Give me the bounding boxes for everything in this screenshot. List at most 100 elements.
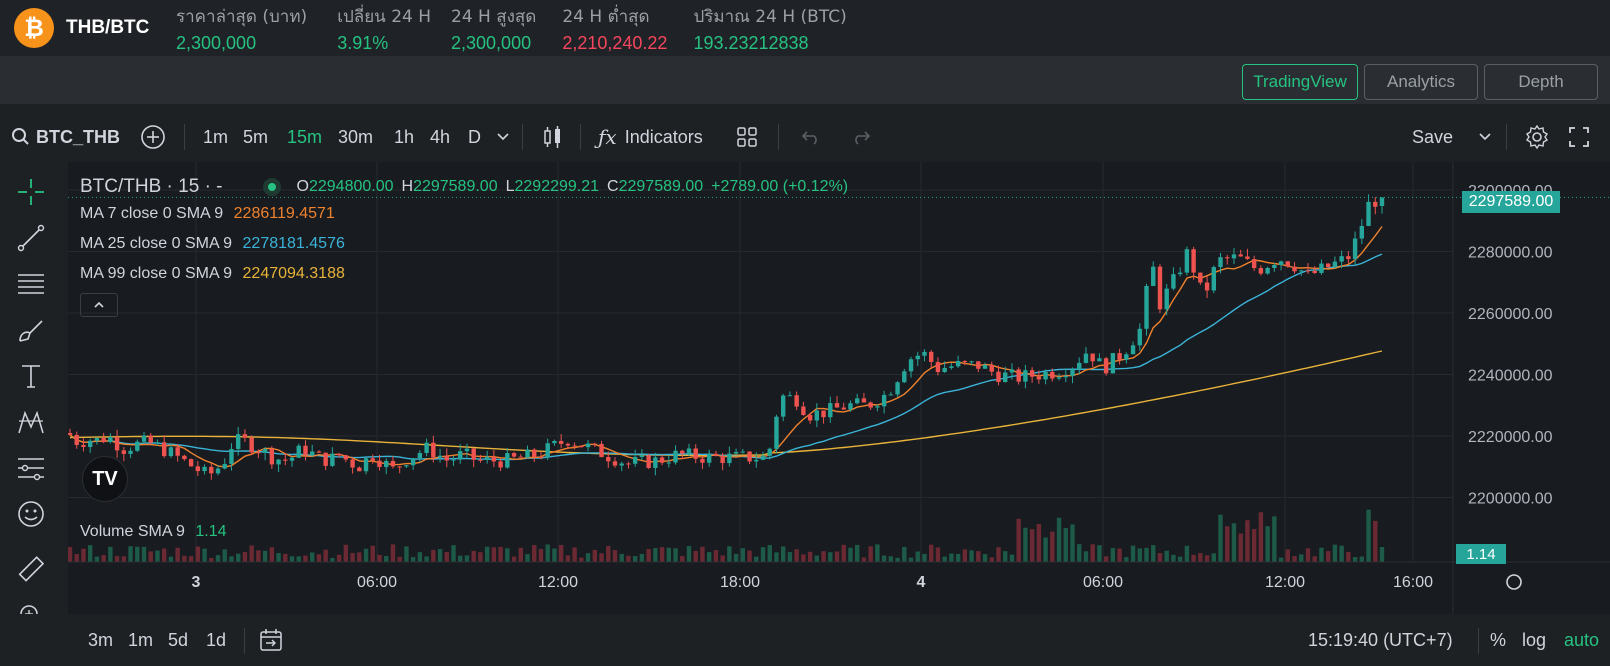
chart-toolbar: BTC_THB 1m 5m 15m 30m 1h 4h D ƒx Indicat…	[0, 112, 1610, 162]
volume-bar	[1144, 547, 1149, 562]
interval-1h[interactable]: 1h	[394, 112, 414, 162]
volume-bar	[511, 556, 517, 562]
brush-tool[interactable]	[13, 312, 49, 348]
candle-body	[229, 448, 234, 464]
volume-bar	[128, 546, 133, 562]
tradingview-logo-icon[interactable]: TV	[82, 456, 128, 502]
interval-15m[interactable]: 15m	[287, 112, 322, 162]
indicators-button[interactable]: ƒx Indicators	[598, 112, 703, 162]
volume-bar	[417, 552, 423, 562]
volume-bar	[1339, 545, 1344, 562]
candle-body	[821, 410, 826, 418]
goto-date-button[interactable]	[258, 614, 284, 666]
chart-area[interactable]: 2300000.002280000.002260000.002240000.00…	[67, 162, 1610, 614]
interval-dropdown-button[interactable]	[496, 112, 510, 162]
compare-add-button[interactable]	[140, 112, 166, 162]
volume-bar	[1305, 548, 1311, 562]
auto-scale-toggle[interactable]: auto	[1564, 614, 1599, 666]
ma7-label: MA 7 close 0 SMA 9	[80, 205, 224, 222]
gear-icon	[1526, 124, 1548, 150]
timezone-clock[interactable]: 15:19:40 (UTC+7)	[1308, 614, 1453, 666]
crosshair-tool[interactable]	[13, 174, 49, 210]
interval-d[interactable]: D	[468, 112, 481, 162]
ma25-line	[69, 253, 1383, 461]
candle-body	[491, 456, 497, 462]
candle-body	[579, 445, 584, 448]
candle-body	[585, 443, 591, 448]
candle-body	[390, 460, 396, 467]
tab-depth[interactable]: Depth	[1484, 64, 1598, 100]
candle-body	[915, 355, 920, 360]
volume-bar	[101, 555, 106, 562]
price-chart[interactable]: 2300000.002280000.002260000.002240000.00…	[67, 162, 1610, 614]
ruler-tool[interactable]	[13, 552, 49, 588]
settings-button[interactable]	[1524, 112, 1550, 162]
volume-bar	[155, 550, 160, 562]
tab-analytics[interactable]: Analytics	[1364, 64, 1478, 100]
collapse-legend-button[interactable]	[80, 293, 118, 317]
candle-body	[397, 466, 402, 468]
interval-4h[interactable]: 4h	[430, 112, 450, 162]
pair-title: THB/BTC	[66, 17, 150, 38]
candle-body	[807, 414, 813, 421]
volume-bar	[1211, 553, 1216, 562]
volume-bar	[639, 553, 645, 562]
save-dropdown-button[interactable]	[1478, 112, 1492, 162]
volume-bar	[444, 551, 449, 562]
redo-icon	[855, 131, 871, 145]
undo-button[interactable]	[800, 112, 822, 162]
stat-value: 193.23212838	[693, 32, 809, 53]
percent-scale-toggle[interactable]: %	[1490, 614, 1506, 666]
fullscreen-button[interactable]	[1568, 112, 1590, 162]
close-label: C	[607, 178, 619, 195]
range-5d[interactable]: 5d	[168, 614, 188, 666]
volume-bar	[895, 557, 900, 562]
candle-body	[754, 459, 759, 462]
candle-body	[955, 360, 961, 367]
layouts-button[interactable]	[736, 112, 758, 162]
symbol-search-button[interactable]: BTC_THB	[10, 112, 120, 162]
volume-bar	[1278, 557, 1284, 562]
fib-tool[interactable]	[13, 266, 49, 302]
range-1m[interactable]: 1m	[128, 614, 153, 666]
candle-body	[592, 443, 597, 445]
ma25-series	[69, 253, 1383, 461]
candle-body	[767, 448, 772, 456]
pattern-icon	[18, 410, 44, 434]
redo-button[interactable]	[850, 112, 872, 162]
chart-type-button[interactable]	[542, 112, 564, 162]
log-scale-toggle[interactable]: log	[1522, 614, 1546, 666]
candle-body	[1110, 353, 1116, 374]
save-button[interactable]: Save	[1412, 112, 1453, 162]
volume-bar	[289, 556, 295, 562]
volume-bar	[1184, 545, 1190, 562]
volume-bar	[209, 557, 214, 562]
candle-body	[727, 453, 732, 464]
volume-bar	[908, 557, 914, 562]
volume-bar	[653, 548, 658, 562]
candle-body	[639, 455, 645, 457]
tab-tradingview[interactable]: TradingView	[1242, 64, 1358, 100]
volume-bar	[1137, 548, 1142, 562]
text-tool[interactable]	[13, 358, 49, 394]
emoji-tool[interactable]	[13, 496, 49, 532]
interval-5m[interactable]: 5m	[243, 112, 268, 162]
measure-tool[interactable]	[13, 450, 49, 486]
candle-body	[155, 442, 160, 444]
candle-body	[74, 434, 79, 445]
candle-body	[1218, 257, 1223, 268]
volume-bar	[323, 549, 328, 562]
candle-body	[1077, 362, 1082, 370]
trend-line-tool[interactable]	[13, 220, 49, 256]
range-3m[interactable]: 3m	[88, 614, 113, 666]
volume-bar	[686, 546, 692, 562]
volume-bar	[491, 547, 497, 562]
candle-body	[969, 361, 974, 363]
candle-body	[706, 453, 712, 463]
interval-1m[interactable]: 1m	[203, 112, 228, 162]
candle-body	[431, 442, 436, 458]
interval-30m[interactable]: 30m	[338, 112, 373, 162]
range-1d[interactable]: 1d	[206, 614, 226, 666]
volume-bar	[1056, 517, 1062, 562]
pattern-tool[interactable]	[13, 404, 49, 440]
